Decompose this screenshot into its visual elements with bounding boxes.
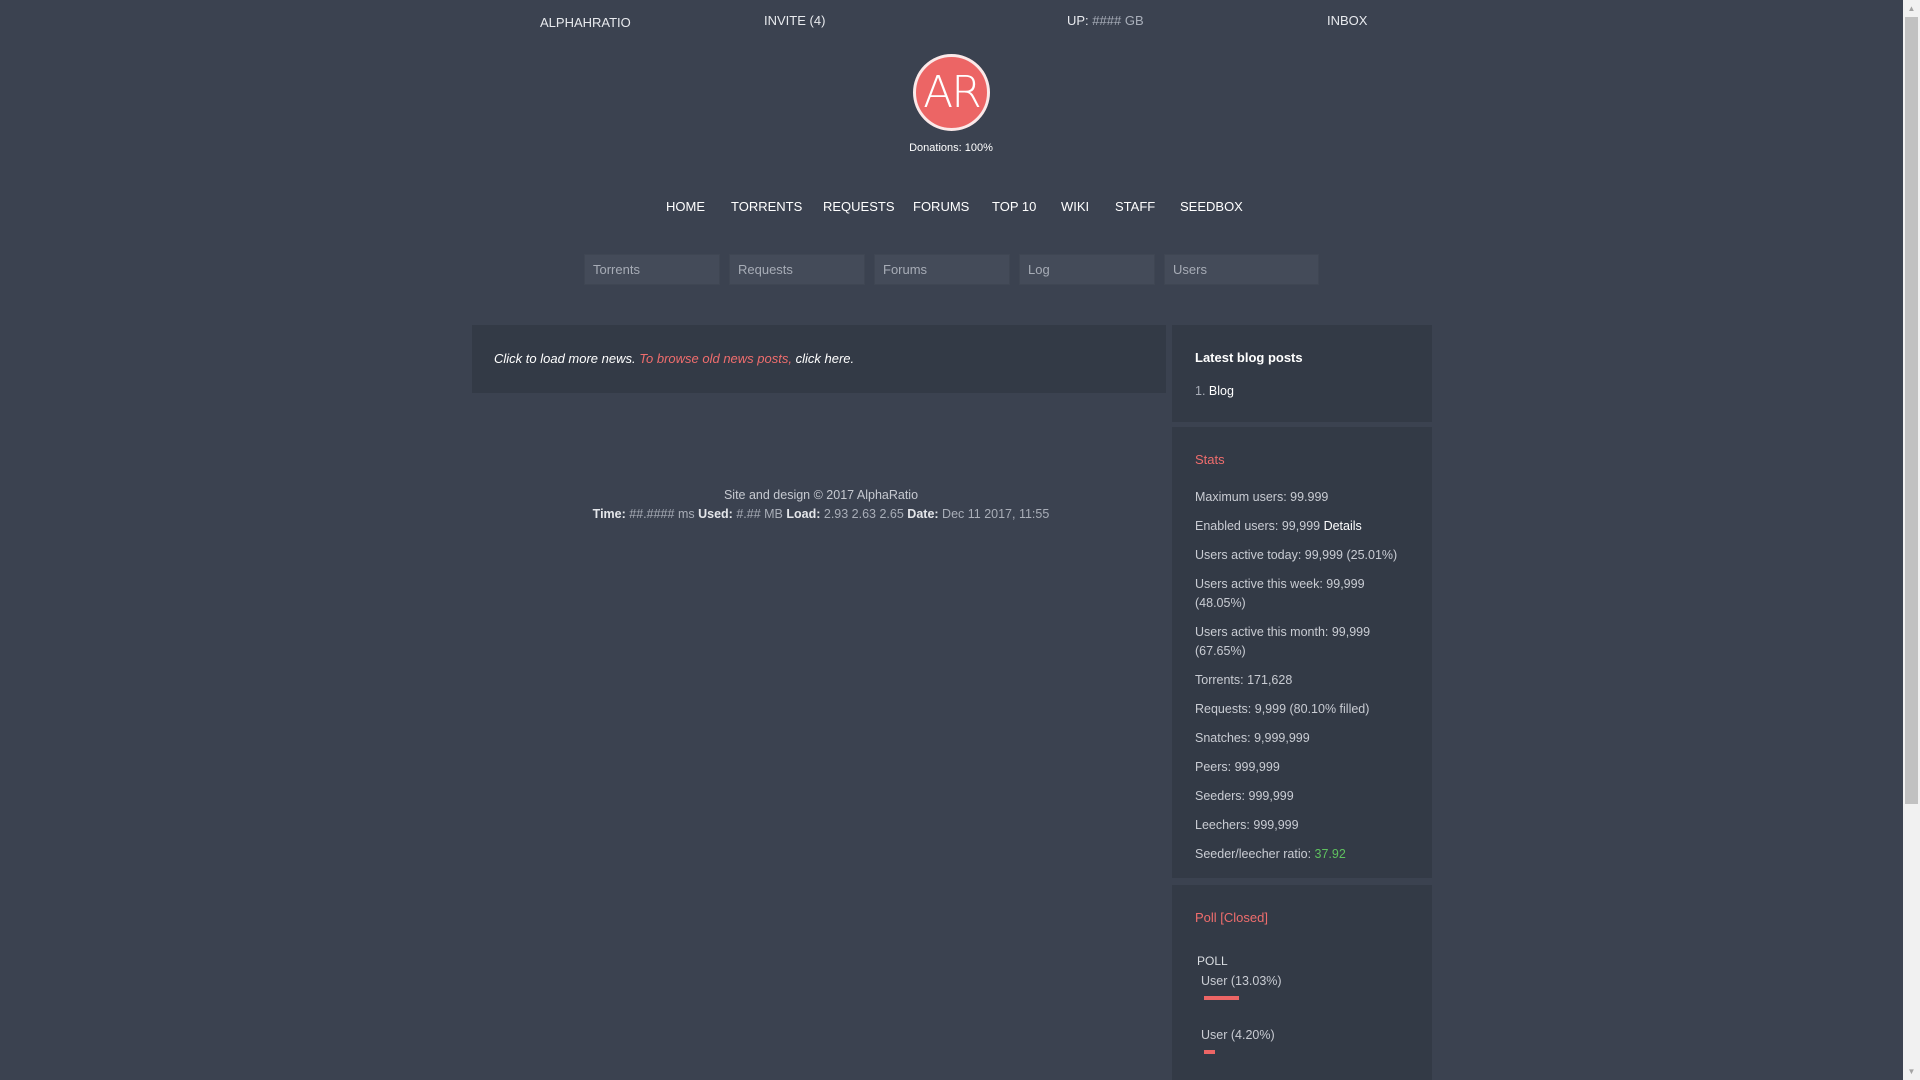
upload-stat[interactable]: UP: #### GB — [1067, 13, 1144, 28]
nav-staff[interactable]: STAFF — [1115, 199, 1155, 214]
poll-answer-1: User (13.03%) — [1201, 974, 1282, 988]
date-value: Dec 11 2017, 11:55 — [942, 507, 1050, 521]
main-nav: HOME TORRENTS REQUESTS FORUMS TOP 10 WIK… — [0, 199, 1900, 219]
poll-question: POLL — [1197, 954, 1228, 968]
date-label: Date: — [907, 507, 939, 521]
invite-link[interactable]: INVITE (4) — [764, 13, 825, 28]
footer-stats: Time: ##.#### ms Used: #.## MB Load: 2.9… — [521, 507, 1121, 521]
stat-active-week: Users active this week: 99,999 (48.05%) — [1195, 577, 1365, 610]
poll-answer-2: User (4.20%) — [1201, 1028, 1275, 1042]
news-panel: Click to load more news. To browse old n… — [472, 325, 1166, 393]
load-label: Load: — [786, 507, 821, 521]
blog-item-number: 1. — [1195, 384, 1206, 398]
search-requests-input[interactable] — [729, 254, 865, 285]
scrollbar-thumb[interactable] — [1905, 17, 1918, 804]
blog-item-link[interactable]: Blog — [1209, 384, 1234, 398]
nav-home[interactable]: HOME — [666, 199, 705, 214]
footer-copyright: Site and design © 2017 AlphaRatio — [723, 488, 919, 502]
stat-requests: Requests: 9,999 (80.10% filled) — [1195, 702, 1370, 716]
site-logo[interactable]: AR — [913, 54, 990, 131]
stats-box: Stats Maximum users: 99.999 Enabled user… — [1172, 427, 1432, 878]
stats-box-title: Stats — [1195, 452, 1225, 467]
time-value: ##.#### ms — [629, 507, 695, 521]
stat-enabled-users: Enabled users: 99,999 Details — [1195, 517, 1415, 536]
page: ALPHAHRATIO INVITE (4) UP: #### GB INBOX… — [0, 0, 1920, 1080]
news-text: Click to load more news. To browse old n… — [494, 351, 854, 366]
nav-torrents[interactable]: TORRENTS — [731, 199, 802, 214]
stat-max-users: Maximum users: 99.999 — [1195, 490, 1329, 504]
search-users-input[interactable] — [1164, 254, 1319, 285]
stat-ratio: Seeder/leecher ratio: 37.92 — [1195, 845, 1415, 864]
page-scrollbar[interactable]: ▲ ▼ — [1903, 0, 1920, 1080]
poll-box-title: Poll [Closed] — [1195, 910, 1268, 925]
used-label: Used: — [698, 507, 733, 521]
stat-snatches: Snatches: 9,999,999 — [1195, 731, 1310, 745]
upload-value: #### GB — [1092, 13, 1144, 28]
search-forums-input[interactable] — [874, 254, 1010, 285]
stat-torrents: Torrents: 171,628 — [1195, 673, 1293, 687]
load-value: 2.93 2.63 2.65 — [823, 507, 904, 521]
old-news-link[interactable]: click here. — [796, 351, 855, 366]
blog-list-item: 1. Blog — [1195, 384, 1234, 398]
blog-box-title: Latest blog posts — [1195, 350, 1303, 365]
stat-enabled-users-text: Enabled users: 99,999 — [1195, 519, 1321, 533]
blog-box: Latest blog posts 1. Blog — [1172, 325, 1432, 422]
scroll-down-arrow-icon[interactable]: ▼ — [1903, 1063, 1920, 1080]
load-more-news-link[interactable]: Click to load more news. — [494, 351, 636, 366]
time-label: Time: — [592, 507, 626, 521]
stats-list: Maximum users: 99.999 Enabled users: 99,… — [1195, 488, 1415, 874]
donations-status: Donations: 100% — [909, 142, 993, 154]
search-log-input[interactable] — [1019, 254, 1155, 285]
poll-bar-1 — [1204, 996, 1239, 1000]
nav-requests[interactable]: REQUESTS — [823, 199, 895, 214]
poll-box: Poll [Closed] POLL User (13.03%) User (4… — [1172, 885, 1432, 1080]
browse-old-news-text: To browse old news posts, — [639, 351, 792, 366]
stat-active-today: Users active today: 99,999 (25.01%) — [1195, 548, 1398, 562]
stat-ratio-value: 37.92 — [1314, 847, 1346, 861]
used-value: #.## MB — [736, 507, 783, 521]
nav-forums[interactable]: FORUMS — [913, 199, 969, 214]
nav-top10[interactable]: TOP 10 — [992, 199, 1036, 214]
stat-active-month: Users active this month: 99,999 (67.65%) — [1195, 625, 1371, 658]
stat-seeders: Seeders: 999,999 — [1195, 789, 1294, 803]
poll-bar-2 — [1204, 1050, 1215, 1054]
stat-details-link[interactable]: Details — [1324, 519, 1362, 533]
upload-label: UP: — [1067, 13, 1089, 28]
site-name-link[interactable]: ALPHAHRATIO — [540, 15, 631, 30]
inbox-link[interactable]: INBOX — [1327, 13, 1367, 28]
stat-ratio-label: Seeder/leecher ratio: — [1195, 847, 1312, 861]
scroll-up-arrow-icon[interactable]: ▲ — [1903, 0, 1920, 17]
stat-leechers: Leechers: 999,999 — [1195, 818, 1299, 832]
top-bar: ALPHAHRATIO INVITE (4) UP: #### GB INBOX — [0, 13, 1900, 33]
search-torrents-input[interactable] — [584, 254, 720, 285]
nav-wiki[interactable]: WIKI — [1061, 199, 1089, 214]
nav-seedbox[interactable]: SEEDBOX — [1180, 199, 1243, 214]
stat-peers: Peers: 999,999 — [1195, 760, 1280, 774]
